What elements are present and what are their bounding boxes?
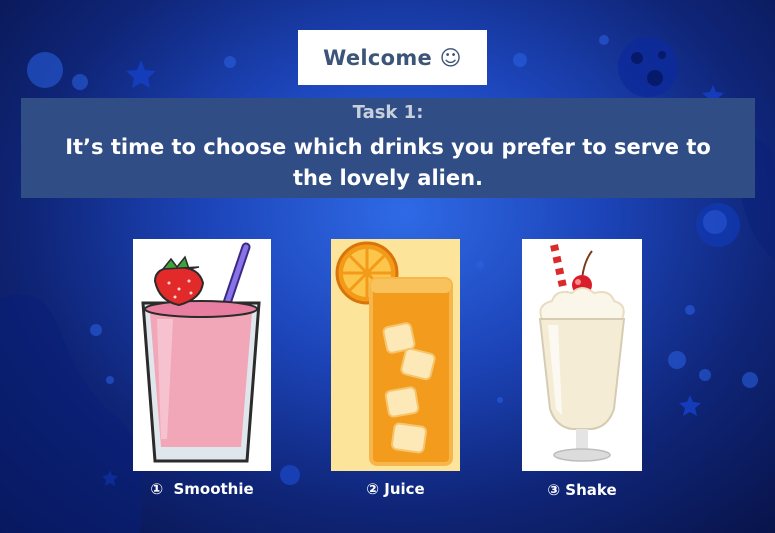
option-label: Smoothie: [173, 480, 254, 498]
drink-option-shake[interactable]: [522, 239, 642, 471]
moon-icon: [618, 37, 678, 97]
drink-caption-smoothie[interactable]: ① Smoothie: [133, 480, 271, 498]
game-stage: Welcome ☺ Task 1: It’s time to choose wh…: [0, 0, 775, 533]
drink-caption-shake[interactable]: ③ Shake: [522, 481, 642, 499]
milkshake-icon: [522, 239, 642, 471]
option-number: ①: [150, 480, 164, 498]
drink-option-smoothie[interactable]: [133, 239, 271, 471]
task-panel: Task 1: It’s time to choose which drinks…: [21, 98, 755, 198]
planet-icon: [280, 465, 300, 485]
option-label: Shake: [565, 481, 617, 499]
drink-option-juice[interactable]: [331, 239, 460, 471]
drink-caption-juice[interactable]: ② Juice: [331, 480, 460, 498]
option-number: ③: [547, 481, 561, 499]
task-title: Task 1:: [352, 102, 424, 123]
smoothie-icon: [133, 239, 271, 471]
option-number: ②: [366, 480, 379, 498]
juice-icon: [331, 239, 460, 471]
option-label: Juice: [384, 480, 425, 498]
welcome-banner: Welcome ☺: [298, 30, 487, 85]
task-prompt: It’s time to choose which drinks you pre…: [65, 135, 711, 190]
planet-icon: [696, 203, 740, 247]
